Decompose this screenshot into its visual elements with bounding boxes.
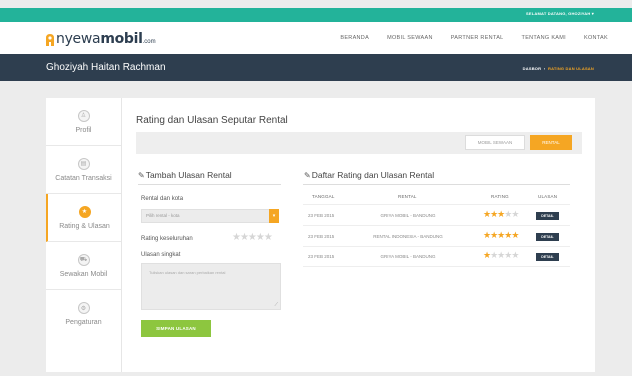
content-card: ♙ Profil ▤ Catatan Transaksi ★ Rating & …: [46, 98, 595, 372]
user-name: Ghoziyah Haitan Rachman: [46, 62, 166, 73]
row-date: 23 FEB 2015: [308, 234, 335, 239]
list-title-text: Daftar Rating dan Ulasan Rental: [311, 170, 435, 180]
sidebar-item-rating-ulasan[interactable]: ★ Rating & Ulasan: [46, 194, 121, 242]
rental-select[interactable]: Pilih rental - kota ▾: [141, 209, 279, 223]
review-label: Ulasan singkat: [141, 252, 181, 258]
detail-button[interactable]: DETAIL: [536, 212, 559, 220]
table-row: 23 FEB 2015 GRIYA MOBIL - BANDUNG ★★★★★ …: [303, 247, 570, 267]
main-navbar: nyewamobil .com BERANDA MOBIL SEWAAN PAR…: [0, 22, 632, 54]
receipt-icon: ▤: [77, 157, 90, 170]
column-header-tanggal: TANGGAL: [312, 194, 335, 199]
breadcrumb-current: RATING DAN ULASAN: [548, 66, 594, 71]
select-placeholder: Pilih rental - kota: [146, 213, 180, 218]
divider: [303, 184, 570, 185]
nav-item-tentang-kami[interactable]: TENTANG KAMI: [522, 35, 566, 41]
edit-icon: ✎: [138, 170, 145, 180]
star-empty-icon: ★: [511, 250, 519, 260]
rating-input-stars[interactable]: ★★★★★: [232, 232, 273, 243]
overall-rating-label: Rating keseluruhan: [141, 236, 193, 242]
breadcrumb-separator: ›: [542, 66, 547, 71]
row-rating-stars: ★★★★★: [483, 250, 519, 261]
row-rental: GRIYA MOBIL - BANDUNG: [380, 213, 436, 218]
column-header-rating: RATING: [491, 194, 509, 199]
sidebar-item-label: Catatan Transaksi: [55, 174, 112, 182]
detail-button[interactable]: DETAIL: [536, 253, 559, 261]
row-date: 23 FEB 2015: [308, 254, 335, 259]
divider: [303, 204, 570, 205]
star-filled-icon: ★: [511, 230, 519, 240]
form-section-title: ✎ Tambah Ulasan Rental: [138, 170, 232, 180]
form-title-text: Tambah Ulasan Rental: [145, 170, 232, 180]
row-rating-stars: ★★★★★: [483, 230, 519, 241]
table-row: 23 FEB 2015 RENTAL INDONESIA - BANDUNG ★…: [303, 227, 570, 247]
divider: [138, 184, 281, 185]
top-utility-bar: SELAMAT DATANG, GHOZIYAH ▾: [0, 8, 632, 22]
row-rating-stars: ★★★★★: [483, 209, 519, 220]
sidebar-item-profil[interactable]: ♙ Profil: [46, 98, 121, 146]
column-header-ulasan: ULASAN: [538, 194, 558, 199]
sidebar-item-catatan-transaksi[interactable]: ▤ Catatan Transaksi: [46, 146, 121, 194]
logo-wordmark: nyewamobil: [56, 31, 143, 47]
page-title: Rating dan Ulasan Seputar Rental: [136, 115, 288, 126]
breadcrumb-home[interactable]: DASBOR: [523, 66, 542, 71]
textarea-placeholder: Tuliskan ulasan dan saran perbaikan rent…: [149, 270, 226, 275]
sidebar-item-pengaturan[interactable]: ⚙ Pengaturan: [46, 290, 121, 338]
user-icon: ♙: [77, 109, 90, 122]
logo-suffix: .com: [142, 39, 156, 45]
nav-menu: BERANDA MOBIL SEWAAN PARTNER RENTAL TENT…: [340, 35, 608, 41]
site-logo[interactable]: nyewamobil .com: [44, 29, 156, 47]
user-greeting-menu[interactable]: SELAMAT DATANG, GHOZIYAH ▾: [526, 11, 594, 16]
tab-mobil-sewaan[interactable]: MOBIL SEWAAN: [465, 135, 525, 150]
nav-item-kontak[interactable]: KONTAK: [584, 35, 608, 41]
resize-handle-icon[interactable]: ⟋: [274, 302, 278, 308]
breadcrumb: DASBOR › RATING DAN ULASAN: [523, 66, 594, 71]
dashboard-sidebar: ♙ Profil ▤ Catatan Transaksi ★ Rating & …: [46, 98, 122, 372]
table-row: 23 FEB 2015 GRIYA MOBIL - BANDUNG ★★★★★ …: [303, 206, 570, 226]
sidebar-item-sewakan-mobil[interactable]: ⛟ Sewakan Mobil: [46, 242, 121, 290]
nav-item-mobil-sewaan[interactable]: MOBIL SEWAAN: [387, 35, 433, 41]
sidebar-item-label: Pengaturan: [65, 319, 102, 326]
star-empty-icon: ★: [511, 209, 519, 219]
detail-button[interactable]: DETAIL: [536, 233, 559, 241]
sidebar-item-label: Rating & Ulasan: [59, 222, 110, 230]
chevron-down-icon: ▾: [269, 209, 279, 223]
tab-rental[interactable]: RENTAL: [530, 135, 572, 150]
sidebar-item-label: Profil: [75, 126, 92, 134]
rental-label: Rental dan kota: [141, 196, 184, 202]
gear-icon: ⚙: [77, 302, 90, 314]
save-review-button[interactable]: SIMPAN ULASAN: [141, 320, 211, 337]
nav-item-partner-rental[interactable]: PARTNER RENTAL: [451, 35, 504, 41]
filter-bar: MOBIL SEWAAN RENTAL: [136, 132, 582, 154]
car-key-logo-icon: [46, 34, 54, 46]
profile-header: Ghoziyah Haitan Rachman DASBOR › RATING …: [0, 54, 632, 81]
row-rental: GRIYA MOBIL - BANDUNG: [380, 254, 436, 259]
row-rental: RENTAL INDONESIA - BANDUNG: [373, 234, 443, 239]
car-icon: ⛟: [77, 253, 90, 266]
list-icon: ✎: [304, 170, 311, 180]
review-textarea[interactable]: Tuliskan ulasan dan saran perbaikan rent…: [141, 263, 281, 310]
sidebar-item-label: Sewakan Mobil: [59, 270, 108, 278]
nav-item-beranda[interactable]: BERANDA: [340, 35, 369, 41]
thumbs-up-icon: ★: [78, 205, 91, 218]
list-section-title: ✎ Daftar Rating dan Ulasan Rental: [304, 170, 434, 180]
column-header-rental: RENTAL: [398, 194, 417, 199]
row-date: 23 FEB 2015: [308, 213, 335, 218]
